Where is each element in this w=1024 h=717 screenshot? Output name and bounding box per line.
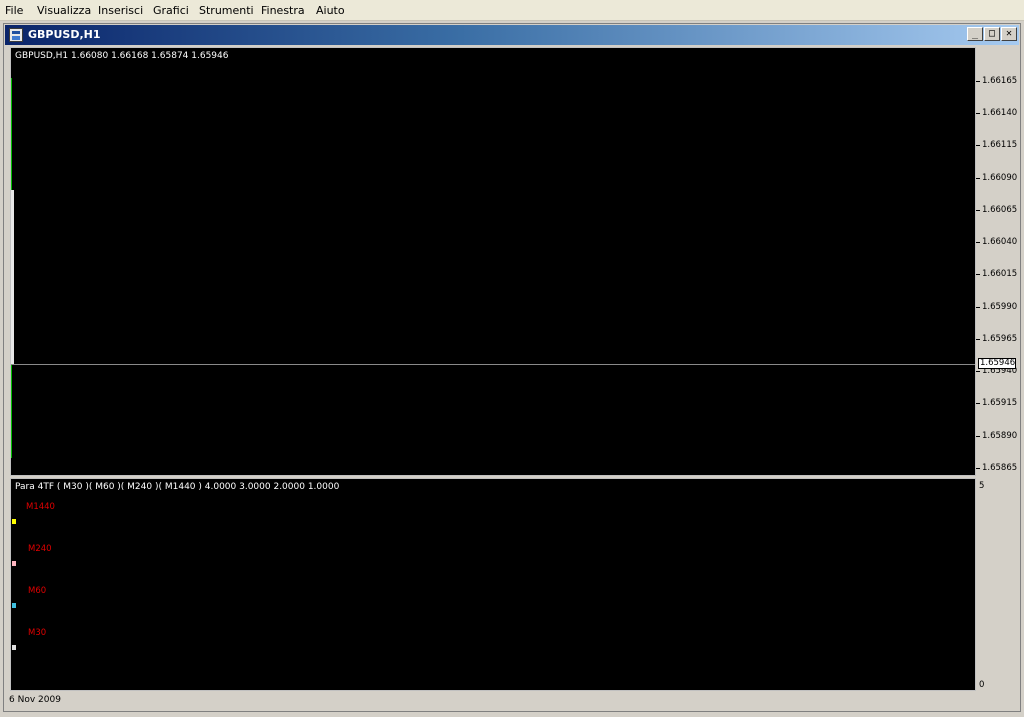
- tf-marker-m30: [12, 645, 16, 650]
- bid-price-line: [11, 364, 975, 365]
- price-tick: 1.66090: [976, 173, 1021, 183]
- candle-body: [11, 190, 14, 365]
- price-tick: 1.66115: [976, 140, 1021, 150]
- current-price-label: 1.65946: [978, 358, 1016, 369]
- menu-inserisci[interactable]: Inserisci: [98, 4, 143, 17]
- price-tick: 1.66065: [976, 205, 1021, 215]
- menu-grafici[interactable]: Grafici: [153, 4, 189, 17]
- price-tick: 1.65865: [976, 463, 1021, 473]
- tf-marker-m240: [12, 561, 16, 566]
- price-tick: 1.65915: [976, 398, 1021, 408]
- indicator-scale-bottom: 0: [979, 680, 985, 690]
- price-scale[interactable]: 1.66165 1.66140 1.66115 1.66090 1.66065 …: [976, 47, 1021, 477]
- menu-visualizza[interactable]: Visualizza: [37, 4, 91, 17]
- symbol-ohlc-label: GBPUSD,H1 1.66080 1.66168 1.65874 1.6594…: [15, 51, 229, 61]
- menu-bar: File Visualizza Inserisci Grafici Strume…: [0, 0, 1024, 21]
- minimize-button[interactable]: _: [967, 27, 983, 41]
- tf-label-m30: M30: [28, 628, 47, 638]
- indicator-scale-top: 5: [979, 481, 985, 491]
- close-button[interactable]: ✕: [1001, 27, 1017, 41]
- window-title: GBPUSD,H1: [28, 28, 101, 41]
- indicator-label: Para 4TF ( M30 )( M60 )( M240 )( M1440 )…: [15, 482, 340, 492]
- tf-label-m1440: M1440: [26, 502, 55, 512]
- menu-finestra[interactable]: Finestra: [261, 4, 305, 17]
- chart-icon: [9, 28, 23, 42]
- chart-window-titlebar[interactable]: GBPUSD,H1 _ □ ✕: [5, 25, 1019, 45]
- price-chart-pane[interactable]: GBPUSD,H1 1.66080 1.66168 1.65874 1.6594…: [10, 47, 976, 476]
- tf-marker-m60: [12, 603, 16, 608]
- price-tick: 1.66015: [976, 269, 1021, 279]
- maximize-button[interactable]: □: [984, 27, 1000, 41]
- price-tick: 1.65990: [976, 302, 1021, 312]
- price-tick: 1.66165: [976, 76, 1021, 86]
- tf-label-m240: M240: [28, 544, 52, 554]
- time-axis-label: 6 Nov 2009: [9, 695, 61, 705]
- tf-label-m60: M60: [28, 586, 47, 596]
- tf-marker-m1440: [12, 519, 16, 524]
- price-tick: 1.65965: [976, 334, 1021, 344]
- menu-file[interactable]: File: [5, 4, 23, 17]
- menu-strumenti[interactable]: Strumenti: [199, 4, 254, 17]
- price-tick: 1.65890: [976, 431, 1021, 441]
- menu-aiuto[interactable]: Aiuto: [316, 4, 345, 17]
- indicator-pane[interactable]: Para 4TF ( M30 )( M60 )( M240 )( M1440 )…: [10, 478, 976, 691]
- price-tick: 1.66040: [976, 237, 1021, 247]
- price-tick: 1.66140: [976, 108, 1021, 118]
